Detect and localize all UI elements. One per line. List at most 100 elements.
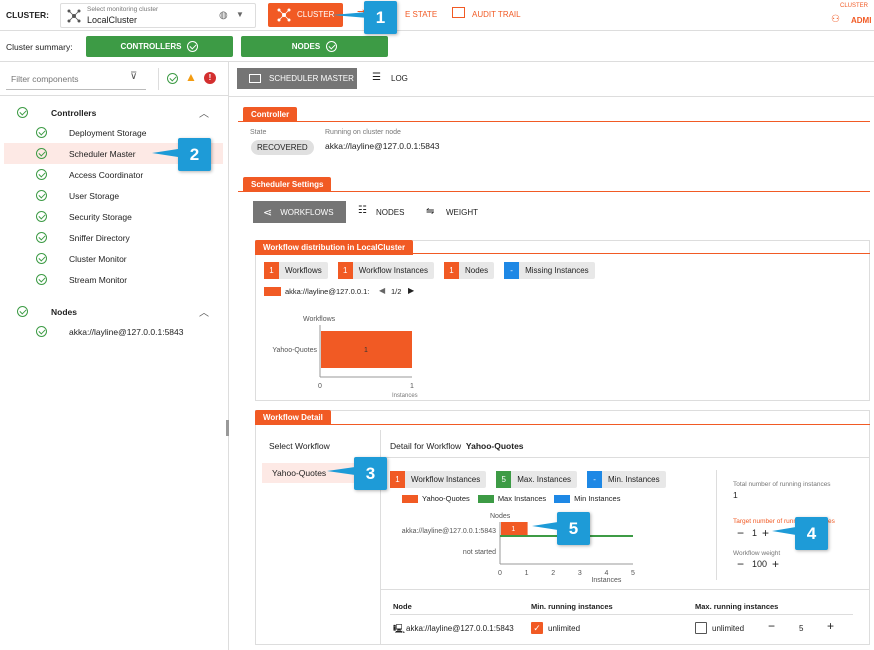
tab-log[interactable]: LOG bbox=[391, 74, 408, 83]
detail-workflow-name: Yahoo-Quotes bbox=[465, 441, 524, 451]
pager-next-icon[interactable]: ▶ bbox=[408, 286, 414, 295]
tick-label: 1 bbox=[410, 383, 414, 390]
callout-badge: 4 bbox=[795, 517, 828, 550]
panel-divider bbox=[238, 121, 870, 122]
filter-icon[interactable]: ⊽ bbox=[130, 71, 137, 82]
y-axis-label: Workflows bbox=[303, 316, 336, 323]
sidebar-item-label: Scheduler Master bbox=[69, 148, 136, 159]
stat-chip: 1 Workflow Instances bbox=[337, 262, 434, 279]
nodes-summary-button[interactable]: NODES bbox=[241, 36, 388, 57]
controllers-summary-label: CONTROLLERS bbox=[120, 42, 182, 51]
chevron-up-icon[interactable]: ︿ bbox=[199, 304, 209, 319]
check-icon bbox=[17, 306, 28, 317]
target-decrement-button[interactable]: − bbox=[737, 526, 744, 540]
controllers-summary-button[interactable]: CONTROLLERS bbox=[86, 36, 233, 57]
data-label: 1 bbox=[364, 347, 368, 354]
chevron-up-icon[interactable]: ︿ bbox=[199, 105, 209, 120]
weight-value[interactable]: 100 bbox=[752, 559, 767, 569]
cluster-tab-icon bbox=[277, 8, 291, 22]
tab-audit-trail[interactable]: AUDIT TRAIL bbox=[472, 10, 521, 19]
divider bbox=[380, 457, 870, 458]
category-label: akka://layline@127.0.0.1:5843 bbox=[402, 528, 496, 535]
max-count[interactable]: 5 bbox=[799, 624, 803, 633]
stat-chip: 1 Nodes bbox=[443, 262, 495, 279]
tab-workflows[interactable]: ⋖ WORKFLOWS bbox=[253, 201, 346, 223]
sidebar-item-stream-monitor[interactable]: Stream Monitor bbox=[0, 269, 229, 290]
max-increment-button[interactable]: + bbox=[827, 619, 834, 633]
cluster-icon bbox=[67, 9, 81, 23]
legend-label: Max Instances bbox=[497, 494, 547, 503]
user-caption: CLUSTER bbox=[840, 3, 869, 9]
weight-increment-button[interactable]: + bbox=[772, 557, 779, 571]
controllers-group-header[interactable]: Controllers ︿ bbox=[0, 102, 229, 123]
sidebar-item-node[interactable]: akka://layline@127.0.0.1:5843 bbox=[0, 321, 229, 342]
main-tabs: SCHEDULER MASTER ☰ LOG bbox=[229, 62, 874, 97]
instances-chart: Nodes akka://layline@127.0.0.1:5843 not st… bbox=[402, 513, 635, 584]
node-value: akka://layline@127.0.0.1:5843 bbox=[325, 141, 440, 151]
workflow-detail-title: Workflow Detail bbox=[255, 410, 331, 425]
tick-label: 0 bbox=[318, 383, 322, 390]
divider bbox=[0, 95, 229, 96]
sidebar-item-label: akka://layline@127.0.0.1:5843 bbox=[69, 326, 184, 337]
max-unlimited-checkbox[interactable] bbox=[695, 622, 707, 634]
tick-label: 1 bbox=[525, 570, 529, 577]
sidebar-item-label: Access Coordinator bbox=[69, 169, 144, 180]
tab-workflows-label: WORKFLOWS bbox=[280, 207, 334, 217]
target-increment-button[interactable]: + bbox=[762, 526, 769, 540]
legend-swatch bbox=[477, 494, 494, 503]
error-icon[interactable]: ! bbox=[204, 72, 216, 84]
check-icon bbox=[36, 211, 47, 222]
user-name[interactable]: ADMI bbox=[851, 16, 871, 25]
sidebar-item-user-storage[interactable]: User Storage bbox=[0, 185, 229, 206]
legend-item: Max Instances bbox=[477, 494, 547, 503]
warning-icon[interactable]: ▲ bbox=[185, 70, 197, 84]
divider bbox=[716, 470, 717, 580]
min-unlimited-checkbox[interactable]: ✓ bbox=[531, 622, 543, 634]
tick-label: 3 bbox=[578, 570, 582, 577]
sidebar-item-label: Stream Monitor bbox=[69, 274, 128, 285]
legend-swatch bbox=[264, 287, 281, 296]
nodes-header-label: Nodes bbox=[51, 307, 77, 317]
log-icon: ☰ bbox=[372, 72, 381, 83]
stat-chip: 5 Max. Instances bbox=[496, 471, 578, 488]
user-icon[interactable]: ⚇ bbox=[831, 14, 840, 25]
stat-chip: - Min. Instances bbox=[587, 471, 666, 488]
weight-label: Workflow weight bbox=[733, 550, 781, 557]
callout-pointer bbox=[772, 527, 796, 535]
top-bar: CLUSTER: Select monitoring cluster Local… bbox=[0, 0, 874, 31]
check-icon bbox=[36, 169, 47, 180]
pager-prev-icon[interactable]: ◀ bbox=[379, 286, 385, 295]
filter-input[interactable] bbox=[6, 68, 146, 90]
nodes-group-header[interactable]: Nodes ︿ bbox=[0, 301, 229, 322]
cluster-summary-bar: Cluster summary: CONTROLLERS NODES bbox=[0, 31, 874, 62]
cluster-select[interactable]: Select monitoring cluster LocalCluster ◍… bbox=[60, 3, 256, 28]
filter-ok-icon[interactable] bbox=[167, 73, 178, 84]
col-max-header: Max. running instances bbox=[695, 602, 779, 611]
target-value[interactable]: 1 bbox=[752, 528, 757, 538]
weight-decrement-button[interactable]: − bbox=[737, 557, 744, 571]
check-icon bbox=[36, 232, 47, 243]
stat-value: 5 bbox=[496, 471, 512, 488]
tab-nodes[interactable]: NODES bbox=[376, 208, 404, 217]
splitter-handle[interactable] bbox=[226, 420, 229, 436]
select-workflow-label: Select Workflow bbox=[269, 441, 330, 451]
category-label: not started bbox=[463, 549, 496, 556]
stat-label: Workflows bbox=[285, 266, 322, 275]
check-icon bbox=[36, 127, 47, 138]
tick-label: 5 bbox=[631, 570, 635, 577]
tab-state[interactable]: E STATE bbox=[405, 10, 437, 19]
max-decrement-button[interactable]: − bbox=[768, 619, 775, 633]
sidebar-item-cluster-monitor[interactable]: Cluster Monitor bbox=[0, 248, 229, 269]
sidebar-item-security-storage[interactable]: Security Storage bbox=[0, 206, 229, 227]
sidebar-item-sniffer-directory[interactable]: Sniffer Directory bbox=[0, 227, 229, 248]
globe-icon: ◍ bbox=[219, 10, 228, 21]
node-label: Running on cluster node bbox=[325, 129, 401, 136]
stat-chip: 1 Workflow Instances bbox=[390, 471, 487, 488]
check-icon bbox=[36, 253, 47, 264]
tab-weight[interactable]: WEIGHT bbox=[446, 208, 478, 217]
tab-scheduler-master[interactable]: SCHEDULER MASTER bbox=[237, 68, 357, 89]
category-label: Yahoo-Quotes bbox=[272, 347, 317, 354]
legend-swatch bbox=[554, 494, 571, 503]
table-node-value: akka://layline@127.0.0.1:5843 bbox=[406, 624, 514, 633]
sidebar-item-label: Cluster Monitor bbox=[69, 253, 127, 264]
